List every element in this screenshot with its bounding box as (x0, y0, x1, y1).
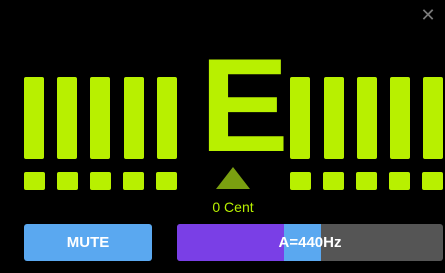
right-level-bar-1 (290, 77, 310, 159)
right-indicator-square-4 (389, 172, 410, 190)
note-name: E (200, 32, 289, 180)
reference-pitch-slider[interactable]: A=440Hz (177, 224, 443, 261)
right-level-bar-5 (423, 77, 443, 159)
right-indicator-square-5 (422, 172, 443, 190)
reference-pitch-label: A=440Hz (278, 234, 342, 251)
mute-button[interactable]: MUTE (24, 224, 152, 261)
left-level-bar-5 (157, 77, 177, 159)
right-level-bar-4 (390, 77, 410, 159)
cent-readout: 0 Cent (212, 199, 254, 215)
left-level-bar-1 (24, 77, 44, 159)
left-level-bar-2 (57, 77, 77, 159)
left-indicator-square-2 (57, 172, 78, 190)
left-indicator-square-4 (123, 172, 144, 190)
right-level-bar-2 (324, 77, 344, 159)
left-indicator-square-5 (156, 172, 177, 190)
tuner-display: E 0 Cent (0, 0, 445, 220)
tuning-pointer-icon (216, 167, 250, 189)
right-level-bar-3 (357, 77, 377, 159)
right-indicator-square-2 (323, 172, 344, 190)
right-indicator-square-3 (356, 172, 377, 190)
left-level-bar-3 (90, 77, 110, 159)
left-indicator-square-1 (24, 172, 45, 190)
left-level-bar-4 (124, 77, 144, 159)
right-indicator-square-1 (290, 172, 311, 190)
left-indicator-square-3 (90, 172, 111, 190)
